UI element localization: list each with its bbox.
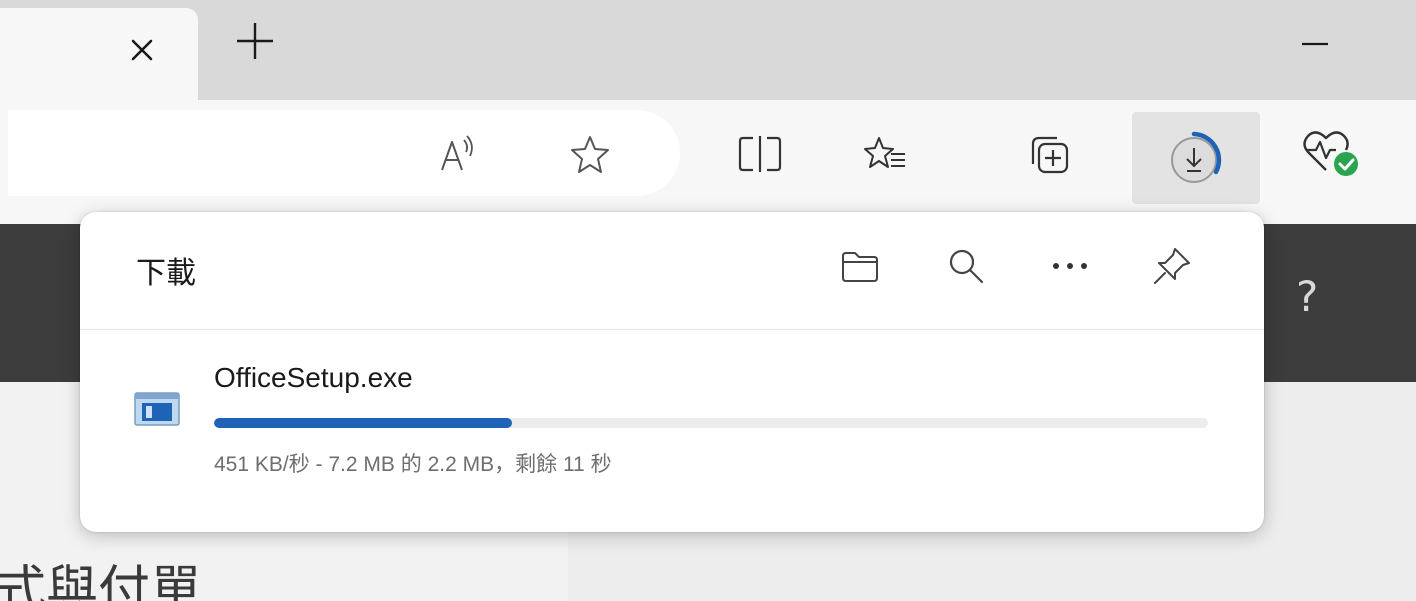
collections-button[interactable] (1020, 124, 1080, 184)
collections-icon (1031, 136, 1069, 174)
close-tab-button[interactable] (120, 28, 164, 72)
browser-essentials-button[interactable] (1300, 122, 1360, 182)
active-tab[interactable] (0, 8, 198, 100)
plus-icon (237, 23, 273, 59)
pin-downloads-button[interactable] (1144, 238, 1200, 294)
favorites-button[interactable] (856, 124, 916, 184)
favorites-list-icon (864, 137, 905, 168)
split-screen-icon (738, 136, 782, 172)
search-icon (949, 249, 984, 284)
pin-icon (1154, 248, 1190, 284)
download-status-text: 451 KB/秒 - 7.2 MB 的 2.2 MB，剩餘 11 秒 (214, 453, 612, 476)
download-progress-bar (214, 418, 1208, 428)
page-heading: 式與付單 (0, 561, 203, 601)
downloads-header: 下載 (80, 212, 1264, 330)
folder-icon (842, 252, 878, 282)
downloads-button[interactable] (1132, 112, 1260, 204)
download-progress-fill (214, 418, 513, 428)
read-aloud-button[interactable] (428, 124, 488, 184)
download-file-name[interactable]: OfficeSetup.exe (214, 362, 413, 394)
browser-toolbar (0, 100, 1416, 212)
downloads-title: 下載 (136, 256, 196, 291)
downloads-flyout: 下載 OfficeSetup.exe 451 KB/秒 - 7.2 MB 的 2… (80, 212, 1264, 532)
help-button[interactable]: ? (1296, 272, 1318, 321)
download-icon (1171, 131, 1222, 183)
split-screen-button[interactable] (730, 124, 790, 184)
minimize-icon (1302, 42, 1328, 46)
read-aloud-icon (441, 135, 473, 171)
address-bar[interactable] (8, 110, 680, 196)
browser-essentials-icon (1303, 131, 1358, 176)
minimize-window-button[interactable] (1280, 22, 1350, 66)
open-downloads-folder-button[interactable] (832, 238, 888, 294)
add-favorite-button[interactable] (560, 124, 620, 184)
new-tab-button[interactable] (232, 18, 278, 64)
close-icon (131, 39, 153, 61)
star-icon (571, 136, 609, 173)
search-downloads-button[interactable] (938, 238, 994, 294)
tab-strip (0, 0, 1416, 100)
more-horizontal-icon (1053, 263, 1087, 269)
more-options-button[interactable] (1042, 238, 1098, 294)
download-item[interactable]: OfficeSetup.exe 451 KB/秒 - 7.2 MB 的 2.2 … (104, 350, 1224, 480)
exe-file-icon (134, 392, 180, 426)
